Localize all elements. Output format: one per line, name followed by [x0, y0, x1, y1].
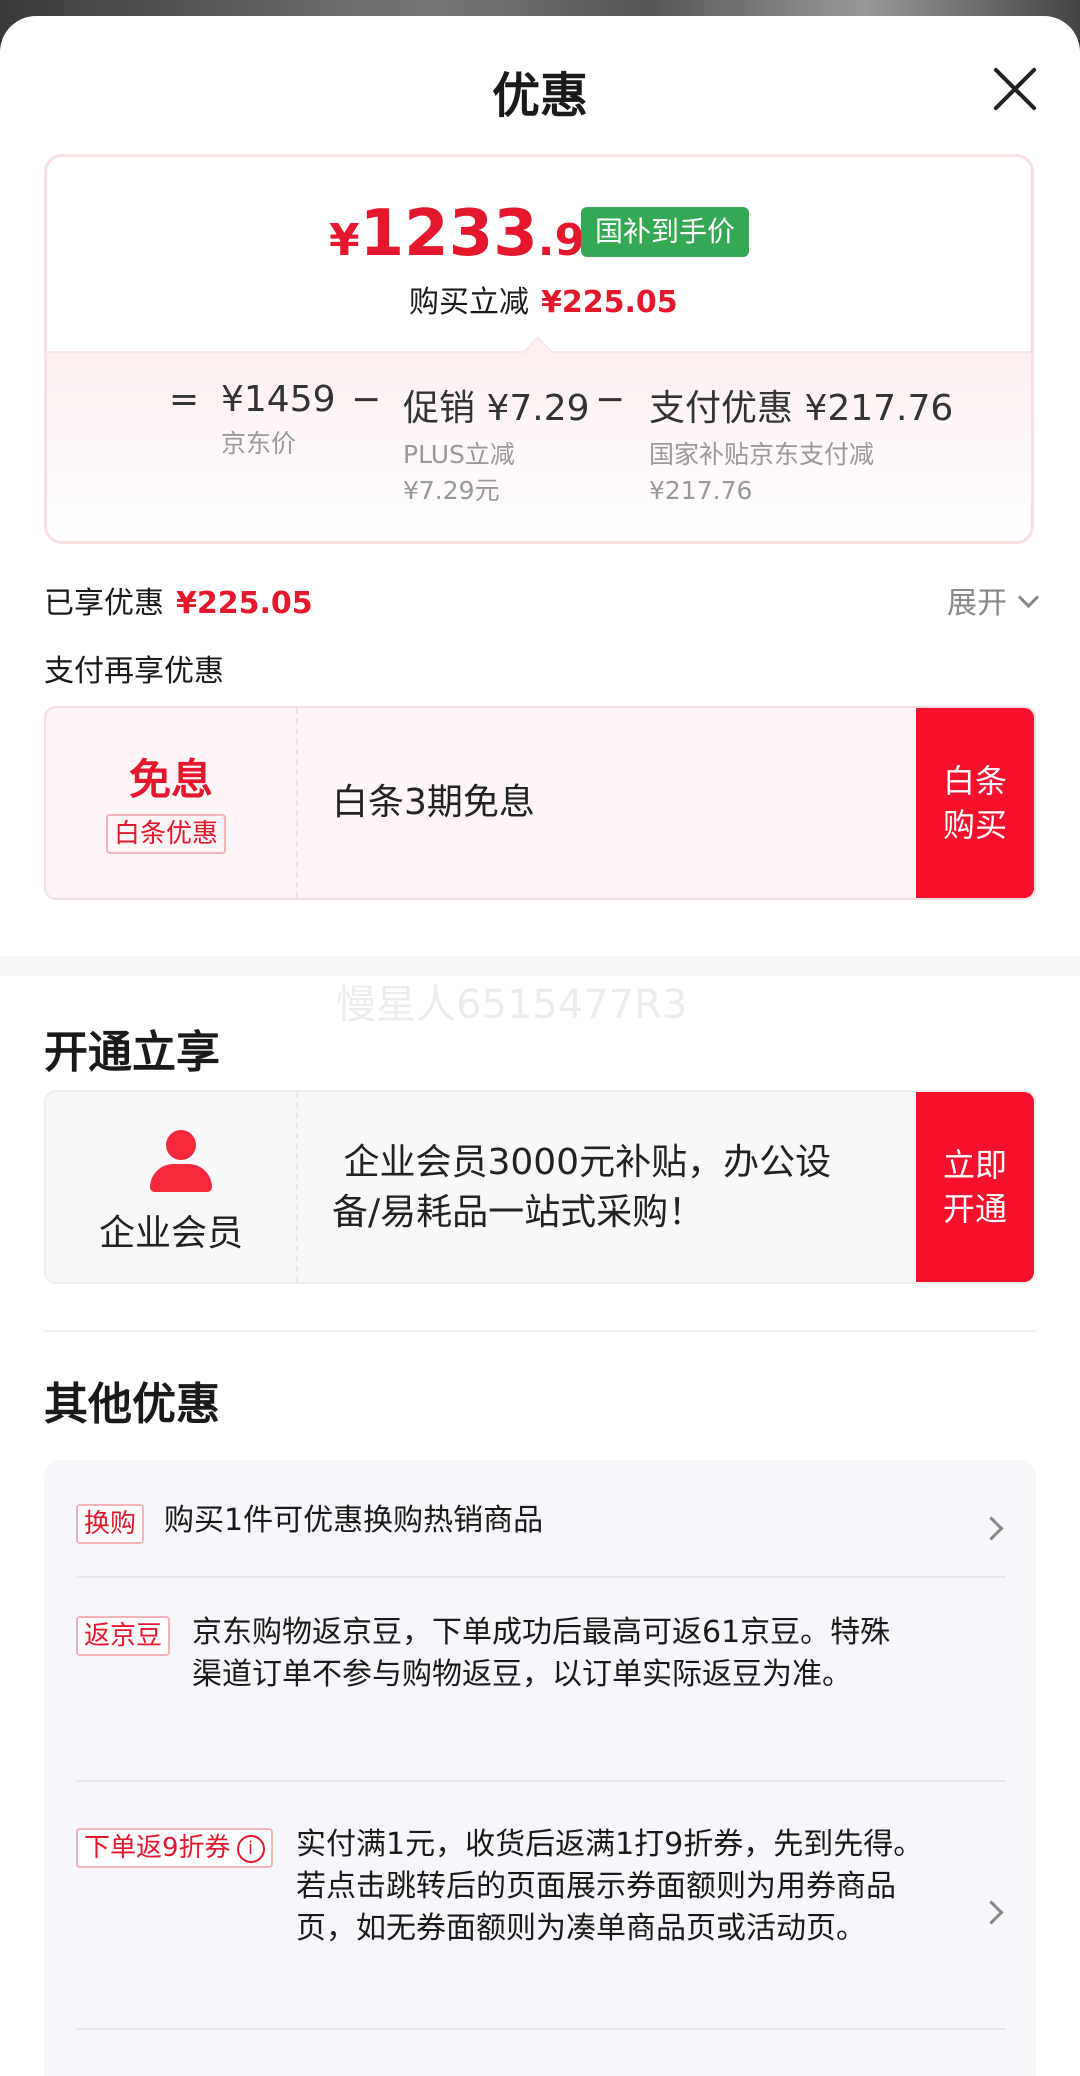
- promo-label: PLUS立减: [403, 440, 515, 469]
- coupon-tag: 下单返9折券 i: [76, 1828, 273, 1868]
- list-separator: [76, 1780, 1006, 1782]
- minus-sign: −: [351, 379, 382, 420]
- list-item: 返京豆 京东购物返京豆，下单成功后最高可返61京豆。特殊渠道订单不参与购物返豆，…: [76, 1612, 1006, 1752]
- enjoyed-value: ¥225.05: [176, 586, 313, 621]
- coupon-tag-label: 下单返9折券: [84, 1833, 231, 1863]
- sheet-title: 优惠: [491, 68, 588, 124]
- list-item-text: 实付满1元，收货后返满1打9折券，先到先得。若点击跳转后的页面展示券面额则为用券…: [296, 1827, 924, 1946]
- reduce-label: 购买立减: [409, 285, 529, 320]
- person-icon: [146, 1130, 216, 1192]
- member-name: 企业会员: [98, 1213, 243, 1254]
- reduce-line: 购买立减 ¥225.05: [409, 277, 678, 321]
- promo-value: 促销 ¥7.29: [403, 388, 590, 429]
- enjoyed-discount: 已享优惠 ¥225.05: [44, 578, 313, 622]
- promo-amount: ¥7.29元: [403, 476, 500, 505]
- jd-price-value: ¥1459: [221, 379, 336, 420]
- pay-discount-amount: ¥217.76: [649, 476, 753, 505]
- list-separator: [76, 1576, 1006, 1578]
- equals-sign: =: [169, 379, 200, 420]
- subsidy-badge: 国补到手价: [581, 207, 750, 257]
- list-separator: [76, 2028, 1006, 2030]
- list-item-text: 购买1件可优惠换购热销商品: [164, 1503, 544, 1538]
- jd-price-block: ¥1459 京东价: [221, 379, 336, 462]
- enjoyed-label: 已享优惠: [44, 586, 164, 621]
- interest-free-label: 免息: [128, 755, 213, 804]
- close-icon[interactable]: [990, 64, 1040, 114]
- minus-sign: −: [595, 379, 626, 420]
- baitiao-card[interactable]: 免息 白条优惠 白条3期免息 白条 购买: [44, 706, 1036, 900]
- baitiao-text: 白条3期免息: [332, 782, 535, 823]
- member-card[interactable]: 企业会员 企业会员3000元补贴，办公设备/易耗品一站式采购！ 立即 开通: [44, 1090, 1036, 1284]
- chevron-down-icon: [1017, 586, 1040, 609]
- other-section-title: 其他优惠: [44, 1379, 220, 1430]
- list-item[interactable]: 下单返9折券 i 实付满1元，收货后返满1打9折券，先到先得。若点击跳转后的页面展…: [76, 1824, 1006, 2004]
- expand-button[interactable]: 展开: [947, 578, 1040, 622]
- list-item-text: 京东购物返京豆，下单成功后最高可返61京豆。特殊渠道订单不参与购物返豆，以订单实…: [192, 1615, 891, 1692]
- expand-label: 展开: [947, 586, 1007, 621]
- pay-again-title: 支付再享优惠: [44, 654, 224, 689]
- discount-sheet: 优惠 ¥1233.95 国补到手价 购买立减 ¥225.05 = ¥1459 京东…: [0, 16, 1080, 2076]
- promo-block: 促销 ¥7.29 PLUS立减 ¥7.29元: [403, 379, 590, 509]
- open-now-button[interactable]: 立即 开通: [916, 1092, 1034, 1282]
- price-integer: 1233: [359, 197, 538, 271]
- jingdou-tag: 返京豆: [76, 1616, 171, 1656]
- reduce-value: ¥225.05: [541, 285, 678, 320]
- member-left: 企业会员: [46, 1092, 298, 1282]
- baitiao-tag: 白条优惠: [106, 814, 227, 854]
- exchange-tag: 换购: [76, 1504, 145, 1544]
- price-card: ¥1233.95 国补到手价 购买立减 ¥225.05 = ¥1459 京东价 −…: [44, 154, 1034, 544]
- pay-discount-block: 支付优惠 ¥217.76 国家补贴京东支付减 ¥217.76: [649, 379, 953, 509]
- other-discounts-list: 换购 购买1件可优惠换购热销商品 返京豆 京东购物返京豆，下单成功后最高可返61…: [44, 1460, 1036, 2076]
- pay-discount-label: 国家补贴京东支付减: [649, 440, 875, 469]
- member-text: 企业会员3000元补贴，办公设备/易耗品一站式采购！: [332, 1142, 832, 1233]
- info-icon[interactable]: i: [236, 1834, 265, 1863]
- jd-price-label: 京东价: [221, 429, 297, 458]
- divider: [44, 1330, 1036, 1332]
- watermark: 慢星人6515477R3: [336, 982, 688, 1028]
- final-price: ¥1233.95: [329, 197, 616, 271]
- open-section-title: 开通立享: [44, 1027, 220, 1078]
- baitiao-buy-button[interactable]: 白条 购买: [916, 708, 1034, 898]
- list-item[interactable]: 换购 购买1件可优惠换购热销商品: [76, 1500, 1006, 1560]
- pay-discount-value: 支付优惠 ¥217.76: [649, 388, 954, 429]
- baitiao-left: 免息 白条优惠: [46, 708, 298, 898]
- currency-symbol: ¥: [329, 215, 360, 266]
